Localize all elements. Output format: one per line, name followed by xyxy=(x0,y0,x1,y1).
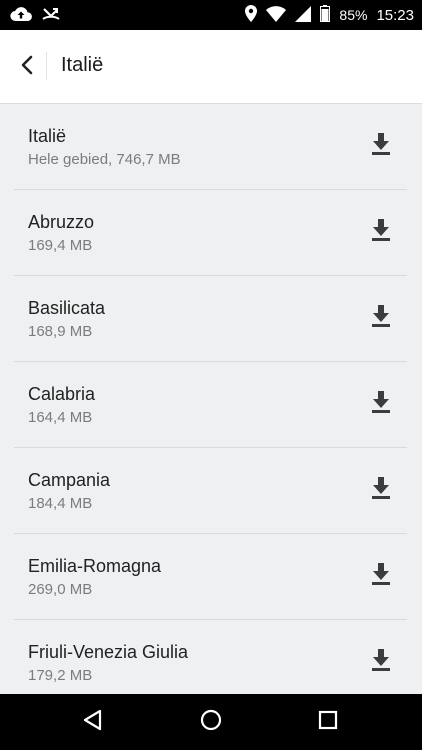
system-nav-bar xyxy=(0,694,422,750)
region-name: Campania xyxy=(28,470,111,490)
download-icon xyxy=(372,648,390,676)
region-name: Italië xyxy=(28,126,67,146)
wifi-icon xyxy=(266,5,287,25)
download-button[interactable] xyxy=(369,390,393,418)
region-size: 164,4 MB xyxy=(28,409,93,426)
region-name: Emilia-Romagna xyxy=(28,556,162,576)
status-bar: 85% 15:23 xyxy=(0,0,422,30)
battery-percent: 85% xyxy=(339,7,368,23)
clock: 15:23 xyxy=(376,6,414,24)
download-button[interactable] xyxy=(369,476,393,504)
region-size: 179,2 MB xyxy=(28,667,93,684)
region-list: Italië Hele gebied, 746,7 MB Abruzzo 169… xyxy=(0,104,422,694)
back-triangle-icon xyxy=(83,709,103,736)
region-size: 168,9 MB xyxy=(28,323,93,340)
download-icon xyxy=(372,562,390,590)
download-icon xyxy=(372,132,390,160)
missed-call-icon xyxy=(42,6,60,27)
app-bar-divider xyxy=(46,52,47,80)
list-item[interactable]: Basilicata 168,9 MB xyxy=(14,276,407,362)
download-button[interactable] xyxy=(369,648,393,676)
download-button[interactable] xyxy=(369,132,393,160)
location-icon xyxy=(245,5,258,25)
list-item[interactable]: Friuli-Venezia Giulia 179,2 MB xyxy=(14,620,407,694)
list-item[interactable]: Calabria 164,4 MB xyxy=(14,362,407,448)
page-title: Italië xyxy=(61,54,104,76)
region-size: 269,0 MB xyxy=(28,581,93,598)
list-item[interactable]: Campania 184,4 MB xyxy=(14,448,407,534)
region-size: 169,4 MB xyxy=(28,237,93,254)
chevron-left-icon xyxy=(20,55,34,80)
region-name: Friuli-Venezia Giulia xyxy=(28,642,189,662)
download-button[interactable] xyxy=(369,562,393,590)
list-item[interactable]: Abruzzo 169,4 MB xyxy=(14,190,407,276)
region-size: 184,4 MB xyxy=(28,495,93,512)
region-name: Basilicata xyxy=(28,298,106,318)
region-name: Calabria xyxy=(28,384,96,404)
download-icon xyxy=(372,304,390,332)
nav-back-button[interactable] xyxy=(79,708,107,736)
list-item[interactable]: Italië Hele gebied, 746,7 MB xyxy=(14,104,407,190)
home-circle-icon xyxy=(200,709,222,736)
list-item[interactable]: Emilia-Romagna 269,0 MB xyxy=(14,534,407,620)
recents-square-icon xyxy=(318,710,338,735)
download-icon xyxy=(372,218,390,246)
nav-recents-button[interactable] xyxy=(314,708,342,736)
download-button[interactable] xyxy=(369,304,393,332)
battery-icon xyxy=(320,5,331,25)
app-bar: Italië xyxy=(0,30,422,104)
download-icon xyxy=(372,476,390,504)
region-size: Hele gebied, 746,7 MB xyxy=(28,151,181,168)
back-button[interactable] xyxy=(12,52,42,82)
download-button[interactable] xyxy=(369,218,393,246)
nav-home-button[interactable] xyxy=(197,708,225,736)
signal-icon xyxy=(295,5,312,25)
region-name: Abruzzo xyxy=(28,212,95,232)
cloud-upload-icon xyxy=(10,6,32,27)
download-icon xyxy=(372,390,390,418)
